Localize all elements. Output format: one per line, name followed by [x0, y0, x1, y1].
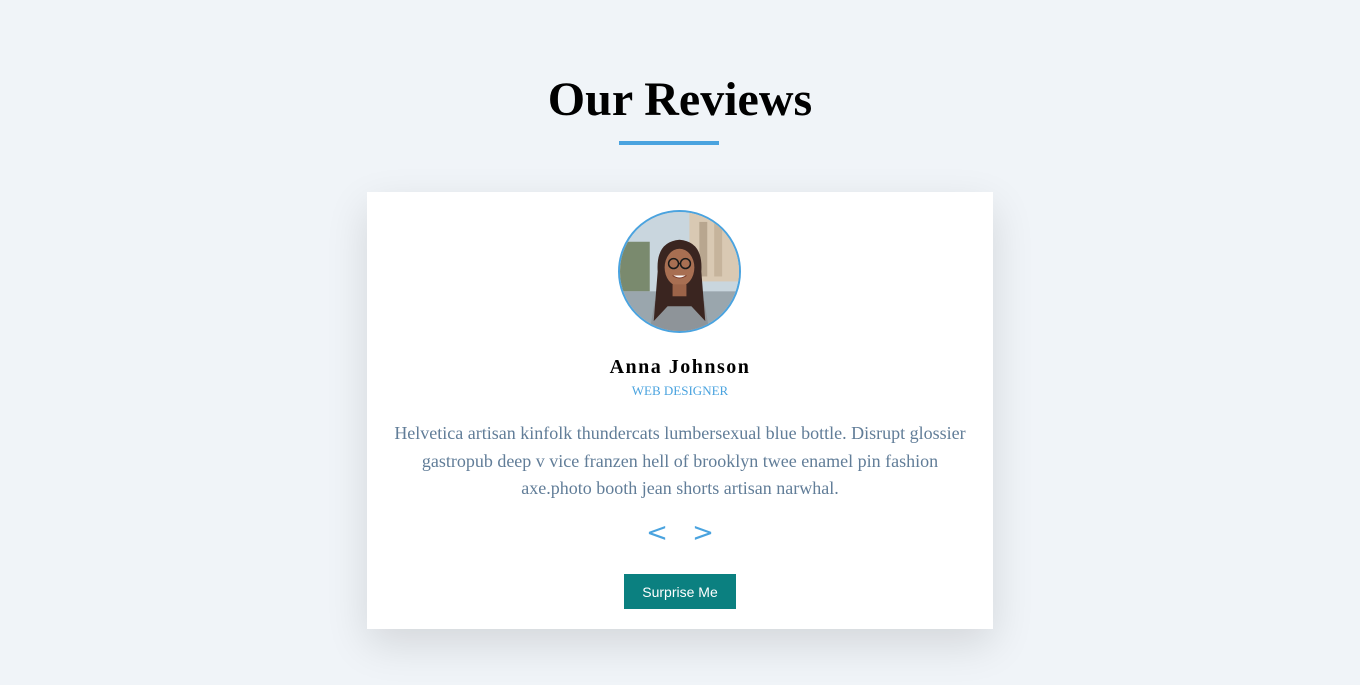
surprise-me-button[interactable]: Surprise Me [624, 574, 736, 609]
review-card: Anna Johnson WEB DESIGNER Helvetica arti… [367, 192, 993, 629]
review-navigation: < > [367, 518, 993, 548]
title-section: Our Reviews [0, 70, 1360, 130]
review-text: Helvetica artisan kinfolk thundercats lu… [394, 423, 966, 498]
title-underline [619, 141, 719, 145]
person-photo [618, 210, 741, 333]
page-title: Our Reviews [547, 73, 813, 126]
reviewer-name: Anna Johnson [609, 356, 751, 378]
avatar-image [620, 212, 739, 331]
next-button[interactable]: > [689, 518, 717, 548]
reviewer-job: WEB DESIGNER [631, 383, 729, 398]
prev-button[interactable]: < [643, 518, 671, 548]
